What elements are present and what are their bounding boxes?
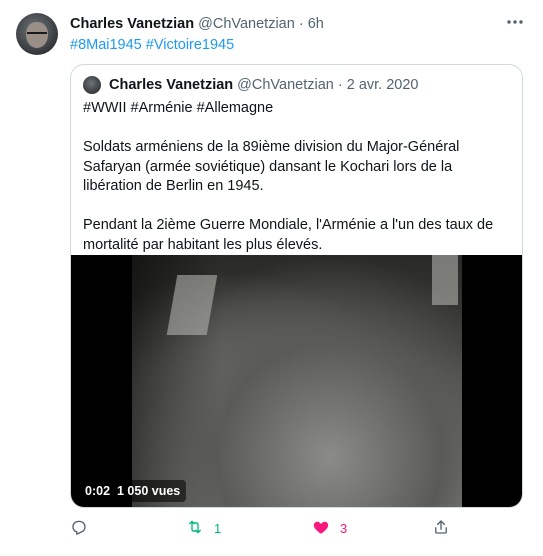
separator-dot: · — [337, 77, 343, 93]
avatar[interactable] — [16, 13, 58, 55]
separator-dot: · — [298, 16, 304, 32]
retweet-count: 1 — [214, 520, 222, 536]
like-count: 3 — [340, 520, 348, 536]
quoted-paragraph: Soldats arméniens de la 89ième division … — [83, 139, 460, 194]
tweet-time[interactable]: 6h — [308, 16, 324, 32]
quoted-author-handle: @ChVanetzian — [237, 77, 334, 93]
hashtag-link[interactable]: #8Mai1945 — [70, 37, 142, 53]
heart-icon — [312, 518, 330, 539]
quoted-hashtags: #WWII #Arménie #Allemagne — [83, 100, 274, 116]
reply-button[interactable] — [70, 518, 98, 538]
video-frame[interactable] — [132, 255, 462, 507]
quoted-date: 2 avr. 2020 — [346, 77, 419, 93]
action-bar: 1 3 — [70, 518, 450, 538]
video-views: 1 050 vues — [116, 484, 181, 498]
quoted-avatar — [83, 76, 101, 95]
reply-icon — [70, 518, 88, 539]
share-icon — [432, 518, 450, 539]
tweet-text: #8Mai1945 #Victoire1945 — [70, 36, 234, 54]
retweet-button[interactable]: 1 — [186, 518, 221, 538]
quoted-header: Charles Vanetzian @ChVanetzian · 2 avr. … — [83, 75, 419, 95]
video-time: 0:02 — [85, 484, 111, 498]
tweet[interactable]: Charles Vanetzian @ChVanetzian · 6h #8Ma… — [0, 0, 543, 556]
author-name[interactable]: Charles Vanetzian — [70, 16, 194, 32]
more-horizontal-icon[interactable] — [505, 14, 525, 30]
hashtag-link[interactable]: #Victoire1945 — [146, 37, 234, 53]
retweet-icon — [186, 518, 204, 539]
video-timestamp: 0:02 1 050 vues — [79, 480, 187, 502]
share-button[interactable] — [432, 518, 450, 538]
tweet-header: Charles Vanetzian @ChVanetzian · 6h — [70, 15, 503, 35]
quoted-paragraph: Pendant la 2ième Guerre Mondiale, l'Armé… — [83, 217, 494, 253]
video-player[interactable]: 0:02 1 050 vues — [71, 255, 522, 507]
like-button[interactable]: 3 — [312, 518, 347, 538]
quoted-author-name: Charles Vanetzian — [109, 77, 234, 93]
author-handle[interactable]: @ChVanetzian — [198, 16, 295, 32]
quoted-text: #WWII #Arménie #Allemagne Soldats arméni… — [83, 99, 511, 275]
quoted-tweet[interactable]: Charles Vanetzian @ChVanetzian · 2 avr. … — [70, 64, 523, 508]
